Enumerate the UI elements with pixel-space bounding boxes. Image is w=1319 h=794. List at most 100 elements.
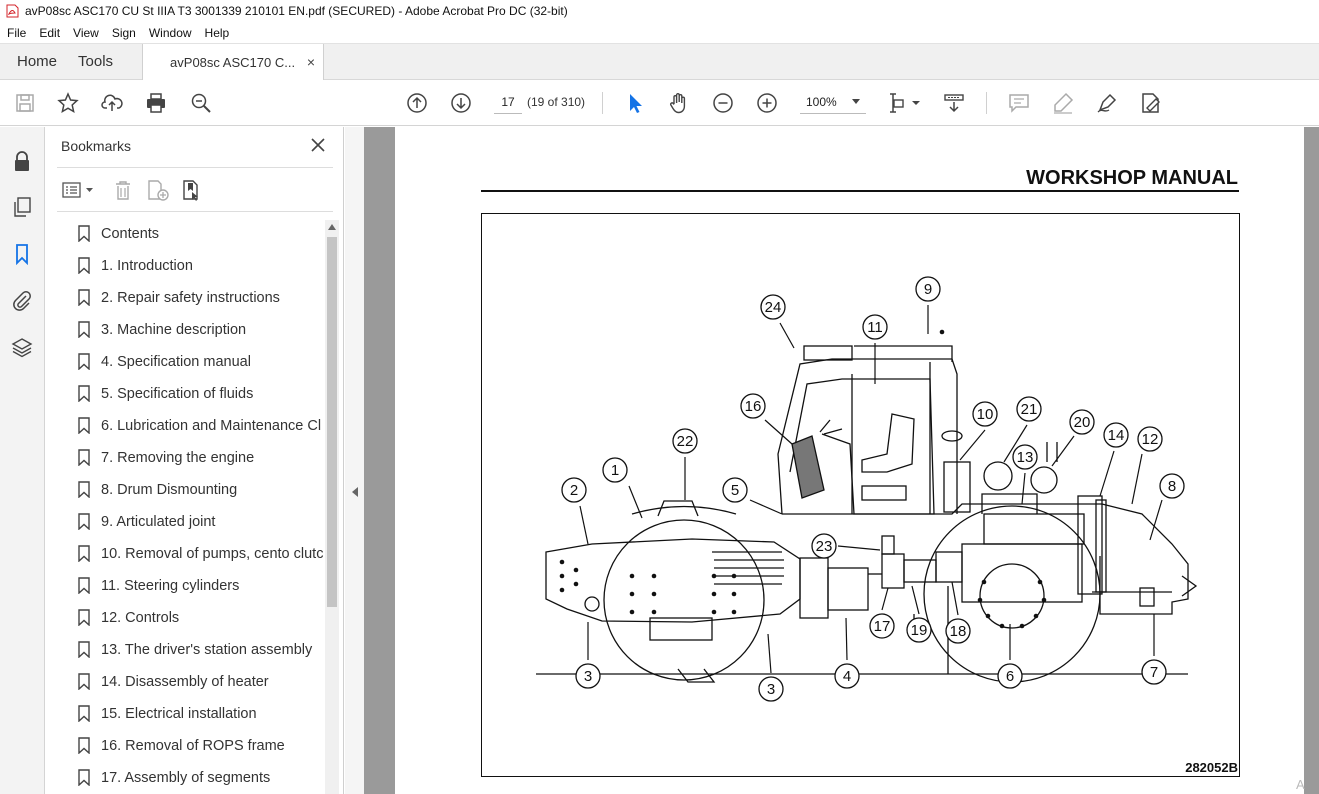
bookmark-label: 12. Controls xyxy=(101,610,180,626)
scrollbar-thumb[interactable] xyxy=(327,237,337,607)
bookmark-item[interactable]: 12. Controls xyxy=(45,602,325,634)
callout-number: 2 xyxy=(570,482,578,499)
save-icon[interactable] xyxy=(13,91,37,115)
bookmark-label: 10. Removal of pumps, cento clutc xyxy=(101,546,324,562)
callout-number: 11 xyxy=(867,319,883,336)
print-icon[interactable] xyxy=(144,91,168,115)
bookmark-icon xyxy=(78,737,90,755)
scroll-mode-icon[interactable] xyxy=(942,91,966,115)
callout-leader-line xyxy=(1131,453,1143,505)
bookmark-scrollbar[interactable] xyxy=(325,220,339,794)
bookmark-icon xyxy=(78,641,90,659)
close-panel-icon[interactable] xyxy=(310,137,326,153)
bookmark-item[interactable]: 3. Machine description xyxy=(45,314,325,346)
star-icon[interactable] xyxy=(56,91,80,115)
menu-window[interactable]: Window xyxy=(142,26,198,40)
bookmark-label: 14. Disassembly of heater xyxy=(101,674,269,690)
bookmark-item[interactable]: 14. Disassembly of heater xyxy=(45,666,325,698)
bookmark-icon xyxy=(78,705,90,723)
callout-number: 19 xyxy=(911,622,928,639)
window-title: avP08sc ASC170 CU St IIIA T3 3001339 210… xyxy=(25,4,568,18)
bookmark-icon xyxy=(78,449,90,467)
bookmark-item[interactable]: 6. Lubrication and Maintenance Cl xyxy=(45,410,325,442)
bookmark-item[interactable]: 9. Articulated joint xyxy=(45,506,325,538)
page-thumbnails-icon[interactable] xyxy=(10,195,34,219)
bookmark-list: Contents 1. Introduction 2. Repair safety … xyxy=(45,218,325,794)
toolbar-divider xyxy=(602,92,603,114)
menu-file[interactable]: File xyxy=(0,26,32,40)
lock-icon[interactable] xyxy=(10,149,34,173)
callout-leader-line xyxy=(1051,435,1075,467)
panel-divider xyxy=(57,211,333,212)
bookmark-label: 15. Electrical installation xyxy=(101,706,257,722)
collapse-panel-arrow-icon[interactable] xyxy=(352,487,358,497)
menu-view[interactable]: View xyxy=(66,26,105,40)
previous-page-icon[interactable] xyxy=(405,91,429,115)
bookmark-item[interactable]: 10. Removal of pumps, cento clutc xyxy=(45,538,325,570)
bookmark-label: 5. Specification of fluids xyxy=(101,386,254,402)
bookmarks-panel-icon[interactable] xyxy=(10,242,34,266)
bookmark-item[interactable]: 5. Specification of fluids xyxy=(45,378,325,410)
hand-tool-icon[interactable] xyxy=(667,91,691,115)
attachments-icon[interactable] xyxy=(10,288,34,312)
bookmark-item[interactable]: 1. Introduction xyxy=(45,250,325,282)
figure-frame: 1 2 3 3 4 5 6 7 8 9 10 11 12 13 14 16 17 18 19 20 21 22 23 24 xyxy=(481,213,1240,777)
callout-number: 18 xyxy=(950,623,967,640)
bookmark-item[interactable]: 15. Electrical installation xyxy=(45,698,325,730)
callout-number: 9 xyxy=(924,281,932,298)
bookmark-item[interactable]: 7. Removing the engine xyxy=(45,442,325,474)
layers-icon[interactable] xyxy=(10,335,34,359)
bookmark-label: 11. Steering cylinders xyxy=(101,578,240,594)
menu-sign[interactable]: Sign xyxy=(105,26,142,40)
bookmark-label: 7. Removing the engine xyxy=(101,450,255,466)
callout-number: 20 xyxy=(1074,414,1091,431)
zoom-level-select[interactable]: 100% xyxy=(800,90,866,114)
panel-splitter[interactable] xyxy=(345,127,364,794)
tab-tools[interactable]: Tools xyxy=(74,44,130,79)
tab-home[interactable]: Home xyxy=(0,44,74,79)
scroll-up-arrow-icon[interactable] xyxy=(328,224,336,230)
select-pointer-icon[interactable] xyxy=(623,91,647,115)
menu-edit[interactable]: Edit xyxy=(32,26,66,40)
page-fit-icon[interactable] xyxy=(888,91,922,115)
bookmark-icon xyxy=(78,289,90,307)
callout-leader-line xyxy=(959,429,986,461)
bookmark-item[interactable]: Contents xyxy=(45,218,325,250)
callout-leader-line xyxy=(767,633,772,674)
delete-bookmark-icon[interactable] xyxy=(112,179,134,201)
bookmark-item[interactable]: 13. The driver's station assembly xyxy=(45,634,325,666)
find-bookmark-icon[interactable] xyxy=(181,179,203,201)
bookmark-item[interactable]: 4. Specification manual xyxy=(45,346,325,378)
highlight-pen-icon[interactable] xyxy=(1051,91,1075,115)
page-number-input[interactable]: 17 xyxy=(494,90,522,114)
menu-help[interactable]: Help xyxy=(198,26,236,40)
bookmark-item[interactable]: 11. Steering cylinders xyxy=(45,570,325,602)
callout-leader-line xyxy=(837,545,881,551)
bookmark-item[interactable]: 8. Drum Dismounting xyxy=(45,474,325,506)
next-page-icon[interactable] xyxy=(449,91,473,115)
pdf-page: WORKSHOP MANUAL 1 2 3 3 4 5 6 7 8 9 10 1… xyxy=(395,127,1304,794)
comment-icon[interactable] xyxy=(1007,91,1031,115)
callout-leader-line xyxy=(749,499,783,515)
bookmark-item[interactable]: 16. Removal of ROPS frame xyxy=(45,730,325,762)
toolbar-divider xyxy=(986,92,987,114)
close-tab-icon[interactable]: × xyxy=(307,54,315,70)
zoom-out-icon[interactable] xyxy=(711,91,735,115)
upload-icon[interactable] xyxy=(100,91,124,115)
tab-document[interactable]: avP08sc ASC170 C... × xyxy=(142,44,325,80)
callout-leader-line xyxy=(1099,450,1115,497)
fill-sign-icon[interactable] xyxy=(1139,91,1163,115)
document-viewport[interactable]: WORKSHOP MANUAL 1 2 3 3 4 5 6 7 8 9 10 1… xyxy=(364,127,1319,794)
bookmark-options-icon[interactable] xyxy=(61,179,97,201)
callout-number: 6 xyxy=(1006,668,1014,685)
callout-leader-line xyxy=(911,585,920,615)
new-bookmark-icon[interactable] xyxy=(146,179,170,201)
draw-pen-icon[interactable] xyxy=(1095,91,1119,115)
callout-number: 5 xyxy=(731,482,739,499)
bookmark-item[interactable]: 2. Repair safety instructions xyxy=(45,282,325,314)
bookmark-item[interactable]: 17. Assembly of segments xyxy=(45,762,325,794)
bookmarks-toolbar xyxy=(57,175,333,205)
callout-leader-line xyxy=(579,505,589,545)
zoom-in-icon[interactable] xyxy=(755,91,779,115)
zoom-search-icon[interactable] xyxy=(189,91,213,115)
